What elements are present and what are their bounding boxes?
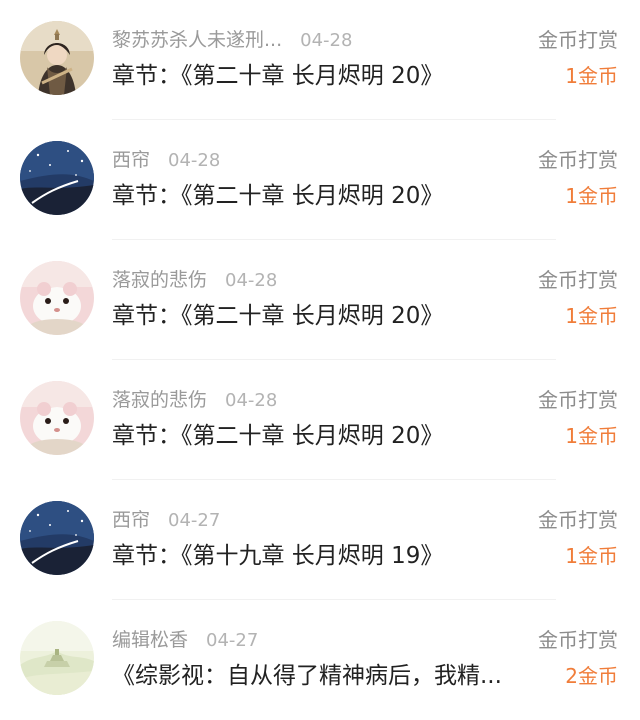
night-sky-avatar[interactable] xyxy=(20,141,94,215)
reward-amount: 1金币 xyxy=(565,184,618,208)
night-sky-avatar[interactable] xyxy=(20,501,94,575)
character-avatar[interactable] xyxy=(20,21,94,95)
sender-name-line: 落寂的悲伤 04-28 xyxy=(112,266,277,295)
chapter-title: 《综影视：自从得了精神病后，我精... xyxy=(112,663,502,689)
reward-row[interactable]: 黎苏苏杀人未遂刑... 04-28 章节：《第二十章 长月烬明 20》 金币打赏 … xyxy=(0,0,640,120)
reward-type: 金币打赏 xyxy=(538,628,618,652)
sender-name: 编辑松香 xyxy=(112,629,189,651)
reward-amount: 1金币 xyxy=(565,64,618,88)
reward-type: 金币打赏 xyxy=(538,28,618,52)
chapter-title: 章节：《第二十章 长月烬明 20》 xyxy=(112,423,444,449)
chapter-title: 章节：《第二十章 长月烬明 20》 xyxy=(112,303,444,329)
sender-name-line: 西帘 04-28 xyxy=(112,146,220,175)
reward-amount: 1金币 xyxy=(565,544,618,568)
misty-landscape-avatar[interactable] xyxy=(20,621,94,695)
reward-type: 金币打赏 xyxy=(538,148,618,172)
reward-amount: 1金币 xyxy=(565,304,618,328)
sender-name: 西帘 xyxy=(112,509,151,531)
sender-name-line: 编辑松香 04-27 xyxy=(112,626,258,655)
reward-type: 金币打赏 xyxy=(538,268,618,292)
sender-name: 落寂的悲伤 xyxy=(112,389,208,411)
reward-type: 金币打赏 xyxy=(538,508,618,532)
reward-date: 04-27 xyxy=(168,510,221,531)
chapter-title: 章节：《第二十章 长月烬明 20》 xyxy=(112,63,444,89)
sender-name: 黎苏苏杀人未遂刑... xyxy=(112,29,283,51)
hamster-avatar[interactable] xyxy=(20,261,94,335)
chapter-title: 章节：《第十九章 长月烬明 19》 xyxy=(112,543,444,569)
reward-row[interactable]: 编辑松香 04-27 《综影视：自从得了精神病后，我精... 金币打赏 2金币 xyxy=(0,600,640,720)
reward-row[interactable]: 落寂的悲伤 04-28 章节：《第二十章 长月烬明 20》 金币打赏 1金币 xyxy=(0,240,640,360)
sender-name-line: 西帘 04-27 xyxy=(112,506,220,535)
hamster-avatar[interactable] xyxy=(20,381,94,455)
reward-row[interactable]: 西帘 04-28 章节：《第二十章 长月烬明 20》 金币打赏 1金币 xyxy=(0,120,640,240)
sender-name-line: 黎苏苏杀人未遂刑... 04-28 xyxy=(112,26,352,55)
sender-name-line: 落寂的悲伤 04-28 xyxy=(112,386,277,415)
reward-date: 04-28 xyxy=(300,30,353,51)
reward-row[interactable]: 落寂的悲伤 04-28 章节：《第二十章 长月烬明 20》 金币打赏 1金币 xyxy=(0,360,640,480)
reward-amount: 1金币 xyxy=(565,424,618,448)
sender-name: 落寂的悲伤 xyxy=(112,269,208,291)
chapter-title: 章节：《第二十章 长月烬明 20》 xyxy=(112,183,444,209)
reward-date: 04-28 xyxy=(225,390,278,411)
reward-record-list: 黎苏苏杀人未遂刑... 04-28 章节：《第二十章 长月烬明 20》 金币打赏 … xyxy=(0,0,640,719)
reward-date: 04-27 xyxy=(206,630,259,651)
reward-amount: 2金币 xyxy=(565,664,618,688)
reward-row[interactable]: 西帘 04-27 章节：《第十九章 长月烬明 19》 金币打赏 1金币 xyxy=(0,480,640,600)
reward-date: 04-28 xyxy=(225,270,278,291)
sender-name: 西帘 xyxy=(112,149,151,171)
reward-date: 04-28 xyxy=(168,150,221,171)
reward-type: 金币打赏 xyxy=(538,388,618,412)
